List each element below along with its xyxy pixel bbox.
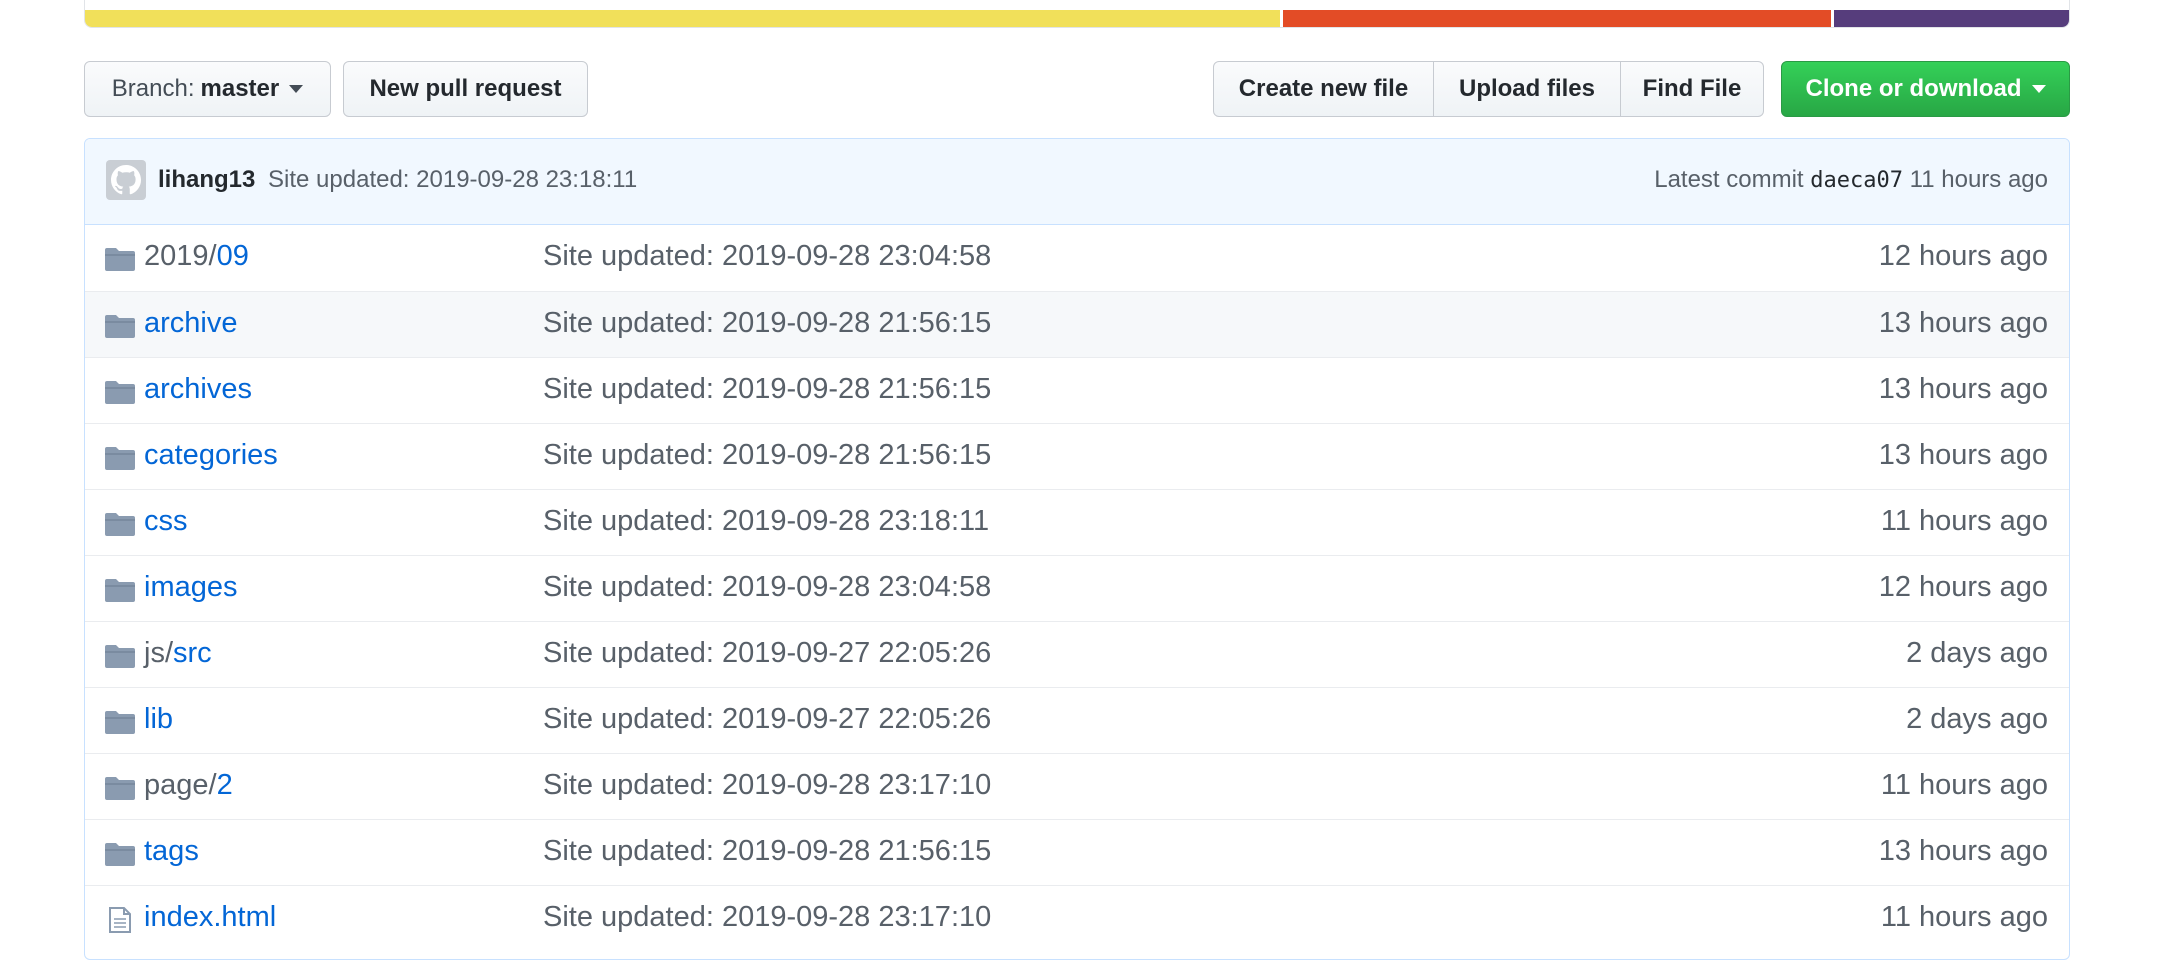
commit-age: 11 hours ago — [1880, 505, 2048, 537]
file-name: archive — [144, 307, 238, 340]
latest-commit-bar: lihang13 Site updated: 2019-09-28 23:18:… — [85, 139, 2069, 225]
file-row[interactable]: js/src Site updated: 2019-09-27 22:05:26 2… — [85, 621, 2069, 687]
branch-name: master — [200, 75, 280, 102]
commit-age: 13 hours ago — [1878, 307, 2048, 339]
folder-icon — [105, 709, 135, 734]
commit-message-link[interactable]: Site updated: 2019-09-28 23:17:10 — [543, 901, 991, 934]
folder-icon — [105, 313, 135, 338]
folder-icon — [105, 577, 135, 602]
commit-message-link[interactable]: Site updated: 2019-09-28 23:04:58 — [543, 240, 991, 273]
commit-age: 12 hours ago — [1878, 571, 2048, 603]
file-row[interactable]: images Site updated: 2019-09-28 23:04:58 1… — [85, 555, 2069, 621]
caret-down-icon — [289, 85, 304, 93]
file-link[interactable]: index.html — [144, 901, 276, 933]
file-row[interactable]: archives Site updated: 2019-09-28 21:56:1… — [85, 357, 2069, 423]
file-link[interactable]: archive — [144, 307, 238, 339]
path-prefix: page/ — [144, 769, 217, 801]
file-name: js/src — [144, 637, 212, 670]
commit-message-link[interactable]: Site updated: 2019-09-28 23:04:58 — [543, 571, 991, 604]
file-link[interactable]: tags — [144, 835, 199, 867]
latest-commit-info: Latest commit daeca07 11 hours ago — [1654, 166, 2048, 194]
file-browser: lihang13 Site updated: 2019-09-28 23:18:… — [84, 138, 2070, 960]
commit-sha[interactable]: daeca07 — [1810, 168, 1903, 193]
file-name: archives — [144, 373, 252, 406]
file-link[interactable]: categories — [144, 439, 278, 471]
commit-message-link[interactable]: Site updated: 2019-09-28 23:18:11 — [543, 505, 989, 538]
file-name: categories — [144, 439, 278, 472]
commit-age: 13 hours ago — [1878, 439, 2048, 471]
file-list: 2019/09 Site updated: 2019-09-28 23:04:58… — [85, 225, 2069, 951]
file-row[interactable]: index.html Site updated: 2019-09-28 23:17… — [85, 885, 2069, 951]
file-name: page/2 — [144, 769, 233, 802]
file-row[interactable]: categories Site updated: 2019-09-28 21:56… — [85, 423, 2069, 489]
clone-label: Clone or download — [1805, 75, 2022, 102]
file-row[interactable]: css Site updated: 2019-09-28 23:18:11 11 h… — [85, 489, 2069, 555]
file-link[interactable]: lib — [144, 703, 173, 735]
new-pull-request-button[interactable]: New pull request — [343, 61, 588, 117]
language-segment[interactable] — [85, 10, 1280, 27]
file-link[interactable]: images — [144, 571, 238, 603]
file-row[interactable]: 2019/09 Site updated: 2019-09-28 23:04:58… — [85, 225, 2069, 291]
file-row[interactable]: archive Site updated: 2019-09-28 21:56:15… — [85, 291, 2069, 357]
commit-author[interactable]: lihang13 — [158, 166, 255, 193]
file-link[interactable]: 2 — [217, 769, 233, 801]
commit-message[interactable]: Site updated: 2019-09-28 23:18:11 — [268, 166, 637, 193]
file-link[interactable]: css — [144, 505, 188, 537]
create-new-file-button[interactable]: Create new file — [1213, 61, 1434, 117]
branch-select-button[interactable]: Branch: master — [84, 61, 331, 117]
commit-info: lihang13 Site updated: 2019-09-28 23:18:… — [158, 166, 637, 194]
path-prefix: js/ — [144, 637, 173, 669]
file-name: 2019/09 — [144, 240, 249, 273]
file-link[interactable]: src — [173, 637, 212, 669]
commit-age: 11 hours ago — [1880, 769, 2048, 801]
language-bar[interactable] — [84, 0, 2070, 28]
commit-message-link[interactable]: Site updated: 2019-09-28 21:56:15 — [543, 307, 991, 340]
branch-prefix-label: Branch: — [111, 75, 195, 102]
file-link[interactable]: 09 — [217, 240, 249, 272]
folder-icon — [105, 841, 135, 866]
commit-message-link[interactable]: Site updated: 2019-09-28 21:56:15 — [543, 835, 991, 868]
commit-message-link[interactable]: Site updated: 2019-09-28 23:17:10 — [543, 769, 991, 802]
commit-age: 13 hours ago — [1878, 373, 2048, 405]
file-actions-group: Create new file Upload files Find File — [1213, 61, 1764, 117]
file-name: index.html — [144, 901, 276, 934]
commit-message-link[interactable]: Site updated: 2019-09-28 21:56:15 — [543, 439, 991, 472]
folder-icon — [105, 511, 135, 536]
file-row[interactable]: page/2 Site updated: 2019-09-28 23:17:10 1… — [85, 753, 2069, 819]
clone-or-download-button[interactable]: Clone or download — [1781, 61, 2070, 117]
folder-icon — [105, 775, 135, 800]
commit-age: 2 days ago — [1906, 637, 2048, 669]
file-name: images — [144, 571, 238, 604]
file-link[interactable]: archives — [144, 373, 252, 405]
commit-age: 13 hours ago — [1878, 835, 2048, 867]
file-name: css — [144, 505, 188, 538]
folder-icon — [105, 643, 135, 668]
upload-files-button[interactable]: Upload files — [1434, 61, 1621, 117]
caret-down-icon — [2031, 85, 2046, 93]
folder-icon — [105, 445, 135, 470]
commit-age: 11 hours ago — [1909, 166, 2048, 193]
commit-message-link[interactable]: Site updated: 2019-09-28 21:56:15 — [543, 373, 991, 406]
latest-commit-label: Latest commit — [1654, 166, 1804, 193]
commit-message-link[interactable]: Site updated: 2019-09-27 22:05:26 — [543, 703, 991, 736]
file-name: lib — [144, 703, 173, 736]
commit-message-link[interactable]: Site updated: 2019-09-27 22:05:26 — [543, 637, 991, 670]
folder-icon — [105, 246, 135, 271]
commit-age: 11 hours ago — [1880, 901, 2048, 933]
path-prefix: 2019/ — [144, 240, 217, 272]
avatar[interactable] — [106, 160, 146, 200]
language-segment[interactable] — [1833, 10, 2069, 27]
find-file-button[interactable]: Find File — [1621, 61, 1764, 117]
language-segment[interactable] — [1282, 10, 1831, 27]
file-row[interactable]: lib Site updated: 2019-09-27 22:05:26 2 da… — [85, 687, 2069, 753]
file-icon — [105, 907, 135, 933]
commit-age: 2 days ago — [1906, 703, 2048, 735]
commit-age: 12 hours ago — [1878, 240, 2048, 272]
file-name: tags — [144, 835, 199, 868]
octocat-icon — [111, 165, 141, 195]
file-row[interactable]: tags Site updated: 2019-09-28 21:56:15 13 … — [85, 819, 2069, 885]
file-toolbar: Branch: master New pull request Create n… — [84, 61, 2070, 117]
folder-icon — [105, 379, 135, 404]
